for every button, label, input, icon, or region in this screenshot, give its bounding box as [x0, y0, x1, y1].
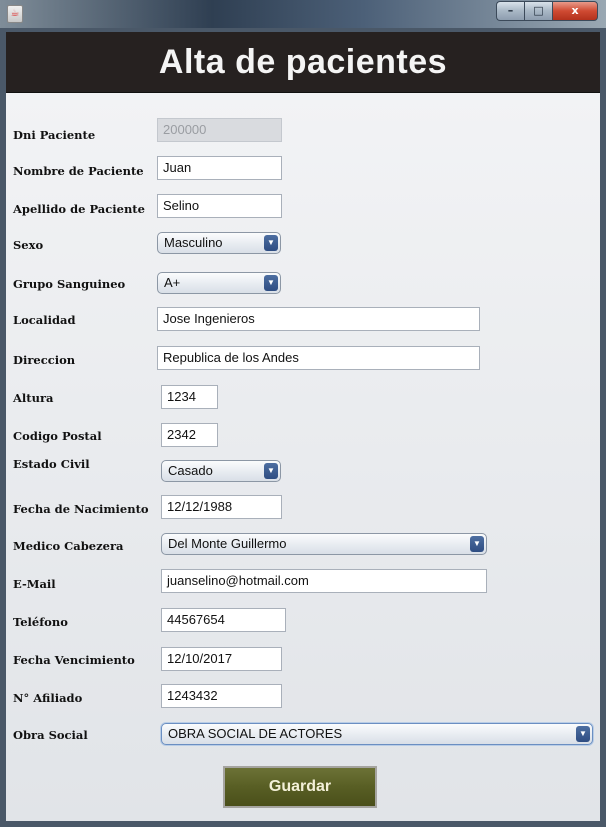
maximize-button[interactable]: □: [524, 1, 552, 21]
direccion-field[interactable]: Republica de los Andes: [157, 346, 480, 370]
codigo-postal-field[interactable]: 2342: [161, 423, 218, 447]
window-controls: – □ x: [496, 1, 598, 21]
chevron-down-icon[interactable]: ▼: [264, 235, 278, 251]
altura-label: Altura: [13, 391, 54, 405]
medico-select[interactable]: Del Monte Guillermo ▼: [161, 533, 487, 555]
patient-form: Dni Paciente 200000 Nombre de Paciente J…: [6, 93, 600, 821]
nombre-label: Nombre de Paciente: [13, 164, 144, 178]
estado-civil-label: Estado Civil: [13, 457, 90, 471]
fecha-nacimiento-field[interactable]: 12/12/1988: [161, 495, 282, 519]
medico-label: Medico Cabezera: [13, 539, 124, 553]
sexo-value: Masculino: [164, 235, 223, 250]
fecha-vencimiento-field[interactable]: 12/10/2017: [161, 647, 282, 671]
fecha-nacimiento-label: Fecha de Nacimiento: [13, 502, 149, 516]
altura-field[interactable]: 1234: [161, 385, 218, 409]
chevron-down-icon[interactable]: ▼: [576, 726, 590, 742]
medico-value: Del Monte Guillermo: [168, 536, 287, 551]
java-icon[interactable]: ☕: [7, 5, 23, 23]
obra-social-select[interactable]: OBRA SOCIAL DE ACTORES ▼: [161, 723, 593, 745]
email-field[interactable]: juanselino@hotmail.com: [161, 569, 487, 593]
apellido-label: Apellido de Paciente: [13, 202, 145, 216]
grupo-select[interactable]: A+ ▼: [157, 272, 281, 294]
telefono-field[interactable]: 44567654: [161, 608, 286, 632]
nombre-field[interactable]: Juan: [157, 156, 282, 180]
direccion-label: Direccion: [13, 353, 76, 367]
minimize-button[interactable]: –: [496, 1, 524, 21]
chevron-down-icon[interactable]: ▼: [470, 536, 484, 552]
fecha-vencimiento-label: Fecha Vencimiento: [13, 653, 135, 667]
dni-label: Dni Paciente: [13, 128, 96, 142]
page-title: Alta de pacientes: [158, 43, 448, 81]
afiliado-field[interactable]: 1243432: [161, 684, 282, 708]
afiliado-label: N° Afiliado: [13, 691, 83, 705]
save-button[interactable]: Guardar: [223, 766, 377, 808]
grupo-value: A+: [164, 275, 181, 290]
sexo-label: Sexo: [13, 238, 44, 252]
chevron-down-icon[interactable]: ▼: [264, 463, 278, 479]
chevron-down-icon[interactable]: ▼: [264, 275, 278, 291]
telefono-label: Teléfono: [13, 615, 68, 629]
codigo-postal-label: Codigo Postal: [13, 429, 102, 443]
obra-social-value: OBRA SOCIAL DE ACTORES: [168, 726, 343, 741]
grupo-label: Grupo Sanguineo: [13, 277, 126, 291]
page-header: Alta de pacientes: [6, 32, 600, 93]
close-button[interactable]: x: [552, 1, 598, 21]
localidad-field[interactable]: Jose Ingenieros: [157, 307, 480, 331]
dni-field: 200000: [157, 118, 282, 142]
obra-social-label: Obra Social: [13, 728, 88, 742]
estado-civil-value: Casado: [168, 463, 213, 478]
estado-civil-select[interactable]: Casado ▼: [161, 460, 281, 482]
sexo-select[interactable]: Masculino ▼: [157, 232, 281, 254]
email-label: E-Mail: [13, 577, 56, 591]
apellido-field[interactable]: Selino: [157, 194, 282, 218]
window-titlebar[interactable]: ☕ – □ x: [0, 0, 606, 28]
localidad-label: Localidad: [13, 313, 76, 327]
